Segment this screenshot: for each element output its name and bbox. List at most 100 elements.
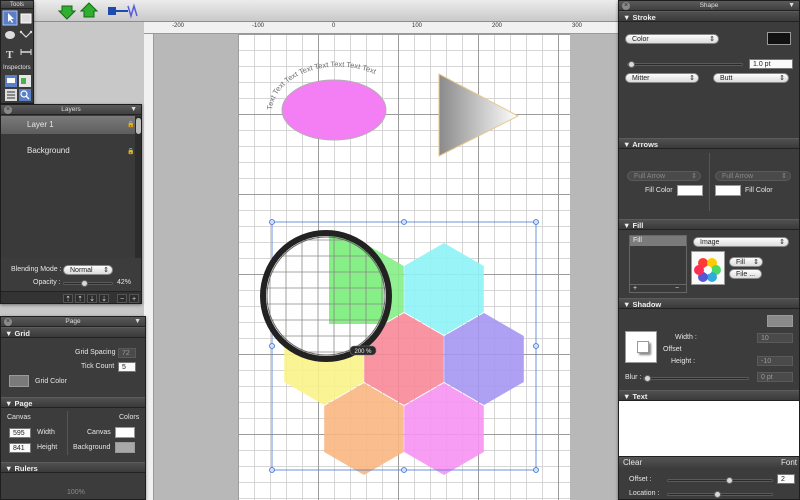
layer-row-layer-1[interactable]: Layer 1 🔒 — [1, 116, 135, 134]
text-tool-icon[interactable]: T — [6, 49, 14, 61]
lock-icon[interactable]: 🔒 — [127, 148, 134, 155]
shadow-color-well[interactable] — [767, 315, 793, 327]
shadow-width-input[interactable]: 10 — [757, 333, 793, 343]
blending-mode-label: Blending Mode : — [11, 266, 62, 273]
ellipse-tool-icon[interactable] — [5, 31, 15, 39]
stroke-width-slider[interactable] — [627, 61, 743, 68]
shape-panel: × Shape ▼ ▼ Stroke Color 1.0 pt Mitter But… — [618, 0, 800, 500]
lock-icon[interactable]: 🔒 — [127, 121, 134, 128]
layer-label: Layer 1 — [27, 120, 54, 129]
layer-row-background[interactable]: Background 🔒 — [1, 146, 135, 160]
move-down-button[interactable]: ⇣ — [87, 294, 97, 303]
canvas-color-well[interactable] — [115, 427, 135, 438]
clear-button[interactable]: Clear — [623, 458, 642, 467]
blur-label: Blur : — [625, 374, 642, 381]
shape-inspector-icon[interactable] — [19, 75, 31, 87]
move-top-button[interactable]: ⇡ — [63, 294, 73, 303]
panel-menu-icon[interactable]: ▼ — [130, 105, 137, 115]
canvas-area[interactable]: Text Text Text Text Text Text Text Text — [154, 34, 618, 500]
drawing-layer[interactable]: Text Text Text Text Text Text Text Text — [154, 34, 618, 500]
shadow-preview[interactable] — [625, 331, 657, 363]
pink-ellipse[interactable] — [281, 79, 387, 141]
text-editor[interactable] — [619, 401, 799, 456]
fill-mode-select[interactable]: Fill — [729, 257, 763, 268]
move-down-icon[interactable] — [57, 2, 77, 20]
close-icon[interactable]: × — [4, 106, 12, 114]
rulers-section-header[interactable]: ▼ Rulers — [1, 462, 145, 473]
remove-fill-button[interactable]: − — [675, 285, 679, 292]
page-panel: × Page ▼ ▼ Grid Grid Spacing 72 Tick Count… — [0, 316, 146, 500]
blending-mode-select[interactable]: Normal — [63, 265, 113, 276]
text-section-header[interactable]: ▼ Text — [619, 390, 799, 401]
stroke-color-well[interactable] — [767, 32, 791, 45]
blur-input[interactable]: 0 pt — [757, 372, 793, 382]
page-divider — [67, 411, 68, 455]
close-icon[interactable]: × — [622, 2, 630, 10]
line-tool-icon[interactable] — [20, 49, 32, 55]
start-fill-color-well[interactable] — [677, 185, 703, 196]
opacity-value: 42% — [117, 279, 132, 286]
arrows-divider — [709, 153, 710, 211]
remove-layer-button[interactable]: − — [117, 294, 127, 303]
fill-type-select[interactable]: Image — [693, 237, 789, 248]
text-offset-slider[interactable] — [667, 477, 773, 484]
text-location-label: Location : — [629, 490, 660, 497]
page-section-header[interactable]: ▼ Page — [1, 397, 145, 408]
add-fill-button[interactable]: + — [633, 285, 637, 292]
grid-color-label: Grid Color — [35, 378, 67, 385]
gradient-triangle[interactable] — [438, 73, 520, 157]
text-bar: Clear Font — [619, 456, 799, 469]
rectangle-tool-icon[interactable] — [20, 13, 32, 24]
close-icon[interactable]: × — [4, 318, 12, 326]
panel-menu-icon[interactable]: ▼ — [134, 317, 141, 327]
move-up-button[interactable]: ⇡ — [75, 294, 85, 303]
width-input[interactable]: 595 — [9, 428, 31, 438]
line-join-select[interactable]: Mitter — [625, 73, 699, 84]
grid-color-well[interactable] — [9, 375, 29, 387]
move-bottom-button[interactable]: ⇣ — [99, 294, 109, 303]
fill-section-header[interactable]: ▼ Fill — [619, 219, 799, 230]
add-layer-button[interactable]: + — [129, 294, 139, 303]
end-arrow-select[interactable]: Full Arrow — [715, 171, 791, 182]
fill-list-item[interactable]: Fill — [630, 236, 686, 246]
path-tool-icon[interactable] — [19, 30, 33, 38]
text-offset-input[interactable]: 2 — [777, 474, 795, 484]
grid-spacing-label: Grid Spacing — [75, 349, 116, 356]
text-location-slider[interactable] — [667, 491, 773, 498]
list-inspector-icon[interactable] — [5, 89, 17, 101]
grid-section-header[interactable]: ▼ Grid — [1, 327, 145, 338]
font-button[interactable]: Font — [781, 458, 797, 467]
connect-icon[interactable] — [106, 2, 140, 20]
stroke-section-header[interactable]: ▼ Stroke — [619, 11, 799, 22]
page-panel-title: Page — [65, 318, 81, 325]
background-color-well[interactable] — [115, 442, 135, 453]
start-arrow-select[interactable]: Full Arrow — [627, 171, 701, 182]
svg-text:T: T — [6, 49, 14, 61]
ruler-label: -100 — [252, 23, 265, 29]
opacity-label: Opacity : — [33, 279, 61, 286]
color-wheel-icon — [694, 258, 721, 282]
height-input[interactable]: 841 — [9, 443, 31, 453]
opacity-slider[interactable] — [63, 280, 113, 287]
arrows-section-header[interactable]: ▼ Arrows — [619, 138, 799, 149]
fill-image-well[interactable] — [691, 251, 725, 285]
shadow-section-header[interactable]: ▼ Shadow — [619, 298, 799, 309]
end-fill-color-well[interactable] — [715, 185, 741, 196]
canvas-color-label: Canvas — [87, 429, 111, 436]
grid-spacing-input[interactable]: 72 — [118, 348, 136, 358]
layers-scrollbar[interactable] — [135, 116, 141, 258]
layers-inspector-icon[interactable] — [5, 75, 17, 87]
file-button[interactable]: File ... — [729, 269, 763, 279]
move-up-icon[interactable] — [79, 2, 99, 20]
tick-count-input[interactable]: 5 — [118, 362, 136, 372]
magnify-inspector-icon[interactable] — [19, 89, 31, 101]
layer-buttons: ⇡ ⇡ ⇣ ⇣ − + — [1, 291, 141, 303]
panel-menu-icon[interactable]: ▼ — [788, 1, 795, 11]
line-cap-select[interactable]: Butt — [713, 73, 789, 84]
shadow-height-label: Height : — [671, 358, 696, 365]
stroke-type-select[interactable]: Color — [625, 34, 719, 45]
shadow-height-input[interactable]: -10 — [757, 356, 793, 366]
stroke-width-input[interactable]: 1.0 pt — [749, 59, 793, 69]
blur-slider[interactable] — [643, 375, 749, 382]
end-fill-color-label: Fill Color — [745, 187, 773, 194]
